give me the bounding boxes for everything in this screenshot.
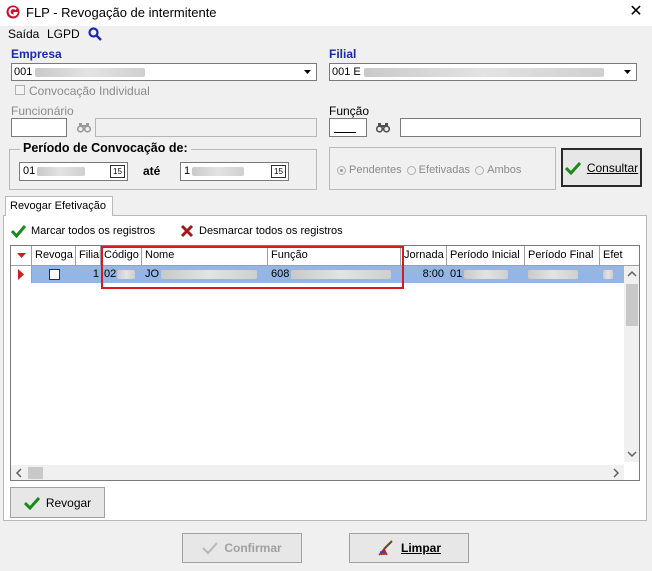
funcao-code-input[interactable] [329, 118, 367, 137]
checkmark-icon [564, 161, 581, 175]
confirmar-label: Confirmar [224, 541, 282, 555]
highlight-box [101, 246, 404, 289]
filial-select[interactable]: 001 E [329, 63, 637, 81]
scroll-up-icon[interactable] [624, 266, 640, 282]
limpar-label: Limpar [400, 541, 441, 555]
cell-filial: 1 [92, 268, 99, 280]
cell-jornada: 8:00 [422, 268, 444, 280]
unmark-all-label: Desmarcar todos os registros [199, 225, 343, 237]
menu-item-lgpd[interactable]: LGPD [47, 27, 80, 41]
unmark-all-action[interactable]: Desmarcar todos os registros [180, 224, 343, 238]
limpar-button[interactable]: Limpar [349, 533, 469, 563]
current-row-arrow-icon [18, 269, 24, 280]
col-header-periodo-inicial[interactable]: Período Inicial [447, 246, 525, 266]
convocacao-individual-checkbox[interactable] [15, 85, 25, 95]
scroll-corner [624, 246, 639, 266]
funcionario-code-input[interactable] [11, 118, 67, 137]
status-filter-group: Pendentes Efetivadas Ambos [337, 164, 521, 176]
convocacao-individual-label: Convocação Individual [29, 84, 150, 98]
calendar-icon[interactable]: 15 [110, 165, 125, 178]
broom-icon [378, 540, 393, 556]
revoga-checkbox[interactable] [49, 269, 60, 280]
horizontal-scroll-thumb[interactable] [28, 467, 43, 479]
col-header-filial[interactable]: Filial [76, 246, 101, 266]
checkmark-icon [202, 542, 219, 555]
radio-pendentes-label: Pendentes [349, 164, 402, 176]
records-grid[interactable]: Revoga Filial Código Nome Função Jornada… [10, 245, 640, 481]
row-indicator-header [11, 246, 32, 266]
confirmar-button[interactable]: Confirmar [182, 533, 302, 563]
checkmark-icon [11, 225, 26, 238]
col-header-periodo-final[interactable]: Período Final [525, 246, 600, 266]
radio-ambos-icon [475, 165, 485, 175]
periodo-label: Período de Convocação de: [20, 141, 191, 155]
app-logo-icon [6, 5, 20, 19]
scroll-down-icon[interactable] [624, 446, 640, 462]
periodo-from-value: 01 [23, 165, 36, 177]
radio-ambos-label: Ambos [487, 164, 522, 176]
periodo-from-input[interactable]: 01 15 [19, 162, 128, 181]
scroll-right-icon[interactable] [608, 465, 624, 481]
search-icon[interactable] [88, 27, 102, 41]
empresa-label: Empresa [11, 47, 62, 61]
close-icon[interactable]: ✕ [627, 3, 645, 21]
cell-efet [600, 266, 624, 283]
window-title: FLP - Revogação de intermitente [26, 5, 217, 20]
empresa-select[interactable]: 001 [11, 63, 317, 81]
radio-ambos[interactable]: Ambos [475, 164, 521, 176]
revogar-button[interactable]: Revogar [10, 487, 105, 518]
radio-pendentes-icon [337, 165, 346, 175]
funcao-label: Função [329, 104, 370, 118]
sort-down-icon [17, 253, 26, 258]
vertical-scroll-thumb[interactable] [626, 284, 638, 326]
scroll-left-icon[interactable] [11, 465, 27, 481]
x-mark-icon [180, 224, 194, 238]
consultar-button[interactable]: Consultar [561, 148, 642, 187]
periodo-to-input[interactable]: 1 15 [180, 162, 289, 181]
checkmark-icon [23, 496, 40, 510]
radio-efetivadas-icon [406, 165, 416, 175]
consultar-label: Consultar [586, 160, 639, 175]
revogar-label: Revogar [45, 495, 92, 510]
calendar-icon[interactable]: 15 [271, 165, 286, 178]
chevron-down-icon [304, 70, 311, 74]
radio-efetivadas[interactable]: Efetivadas [406, 164, 471, 176]
radio-pendentes[interactable]: Pendentes [337, 164, 402, 176]
chevron-down-icon [624, 70, 631, 74]
col-header-revoga[interactable]: Revoga [32, 246, 76, 266]
horizontal-scrollbar[interactable] [11, 465, 624, 481]
radio-efetivadas-label: Efetivadas [418, 164, 471, 176]
funcao-name-input[interactable] [400, 118, 641, 137]
periodo-separator: até [143, 164, 161, 178]
mark-all-action[interactable]: Marcar todos os registros [11, 224, 155, 238]
filial-value: 001 E [332, 66, 361, 78]
tab-revogar-efetivacao[interactable]: Revogar Efetivação [5, 196, 113, 216]
funcionario-name-input [95, 118, 317, 137]
vertical-scrollbar[interactable] [624, 266, 640, 462]
filial-label: Filial [329, 47, 357, 61]
empresa-value: 001 [14, 66, 33, 78]
binoculars-icon[interactable] [376, 122, 390, 133]
row-indicator [11, 266, 32, 283]
funcionario-label: Funcionário [11, 104, 74, 118]
menu-item-saida[interactable]: Saída [8, 27, 39, 41]
col-header-jornada[interactable]: Jornada [401, 246, 447, 266]
cell-periodo-inicial-value: 01 [450, 268, 463, 280]
binoculars-icon[interactable] [77, 122, 91, 133]
cell-periodo-inicial: 01 [447, 266, 525, 283]
mark-all-label: Marcar todos os registros [31, 225, 156, 237]
col-header-efet[interactable]: Efet [600, 246, 624, 266]
periodo-to-value: 1 [184, 165, 191, 177]
cell-periodo-final [525, 266, 600, 283]
